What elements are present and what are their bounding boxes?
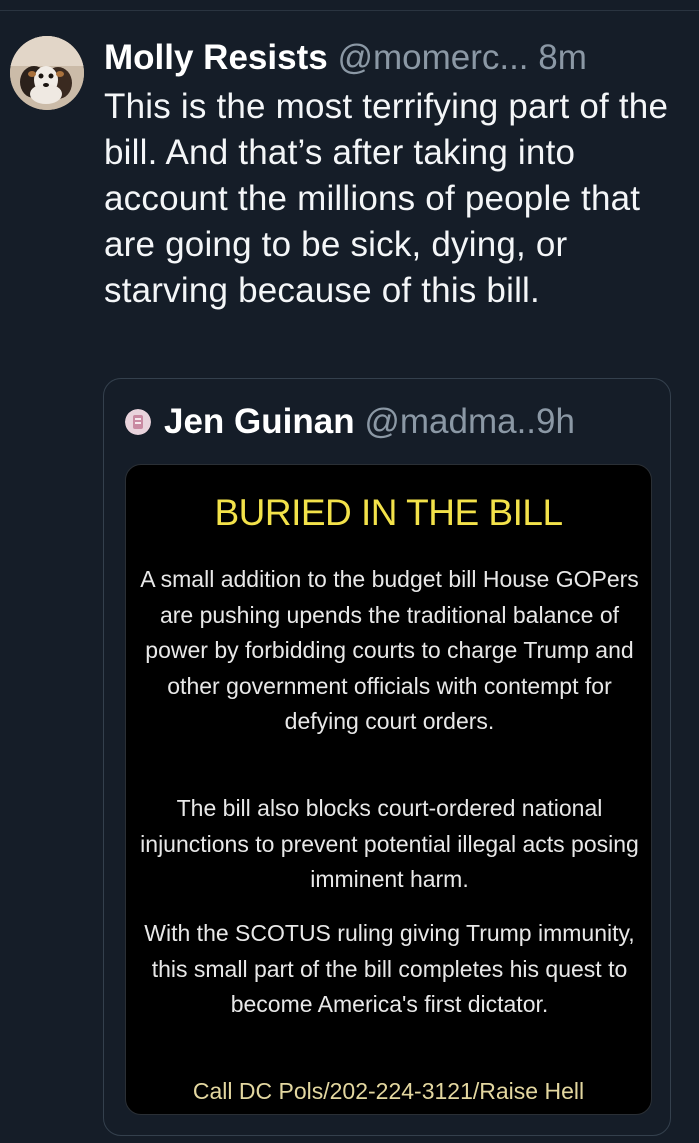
tweet-text: This is the most terrifying part of the … — [104, 87, 669, 310]
quoted-author-handle[interactable]: @madma.. — [364, 402, 536, 441]
dog-avatar-icon — [10, 36, 84, 110]
quoted-author-name[interactable]: Jen Guinan — [164, 402, 355, 441]
quoted-author-avatar[interactable] — [125, 409, 151, 435]
author-avatar[interactable] — [10, 36, 84, 110]
quoted-tweet-image[interactable]: BURIED IN THE BILL A small addition to t… — [125, 464, 652, 1115]
image-headline: BURIED IN THE BILL — [214, 492, 563, 533]
image-paragraph-1: A small addition to the budget bill Hous… — [140, 566, 639, 734]
quoted-tweet-header: Jen Guinan @madma..9h — [164, 401, 664, 443]
author-name[interactable]: Molly Resists — [104, 38, 328, 77]
tweet[interactable]: Molly Resists @momerc... 8m This is the … — [0, 0, 699, 1143]
image-call-to-action: Call DC Pols/202-224-3121/Raise Hell — [192, 1078, 585, 1104]
image-paragraph-3: With the SCOTUS ruling giving Trump immu… — [144, 920, 635, 1017]
tweet-header: Molly Resists @momerc... 8m — [104, 36, 694, 80]
profile-avatar-icon — [125, 409, 151, 435]
quoted-tweet[interactable]: Jen Guinan @madma..9h BURIED IN THE BILL… — [103, 378, 671, 1136]
tweet-timestamp[interactable]: 8m — [538, 38, 587, 77]
quoted-tweet-timestamp[interactable]: 9h — [536, 402, 575, 441]
image-paragraph-2: The bill also blocks court-ordered natio… — [140, 795, 639, 892]
author-handle[interactable]: @momerc... — [337, 38, 528, 77]
